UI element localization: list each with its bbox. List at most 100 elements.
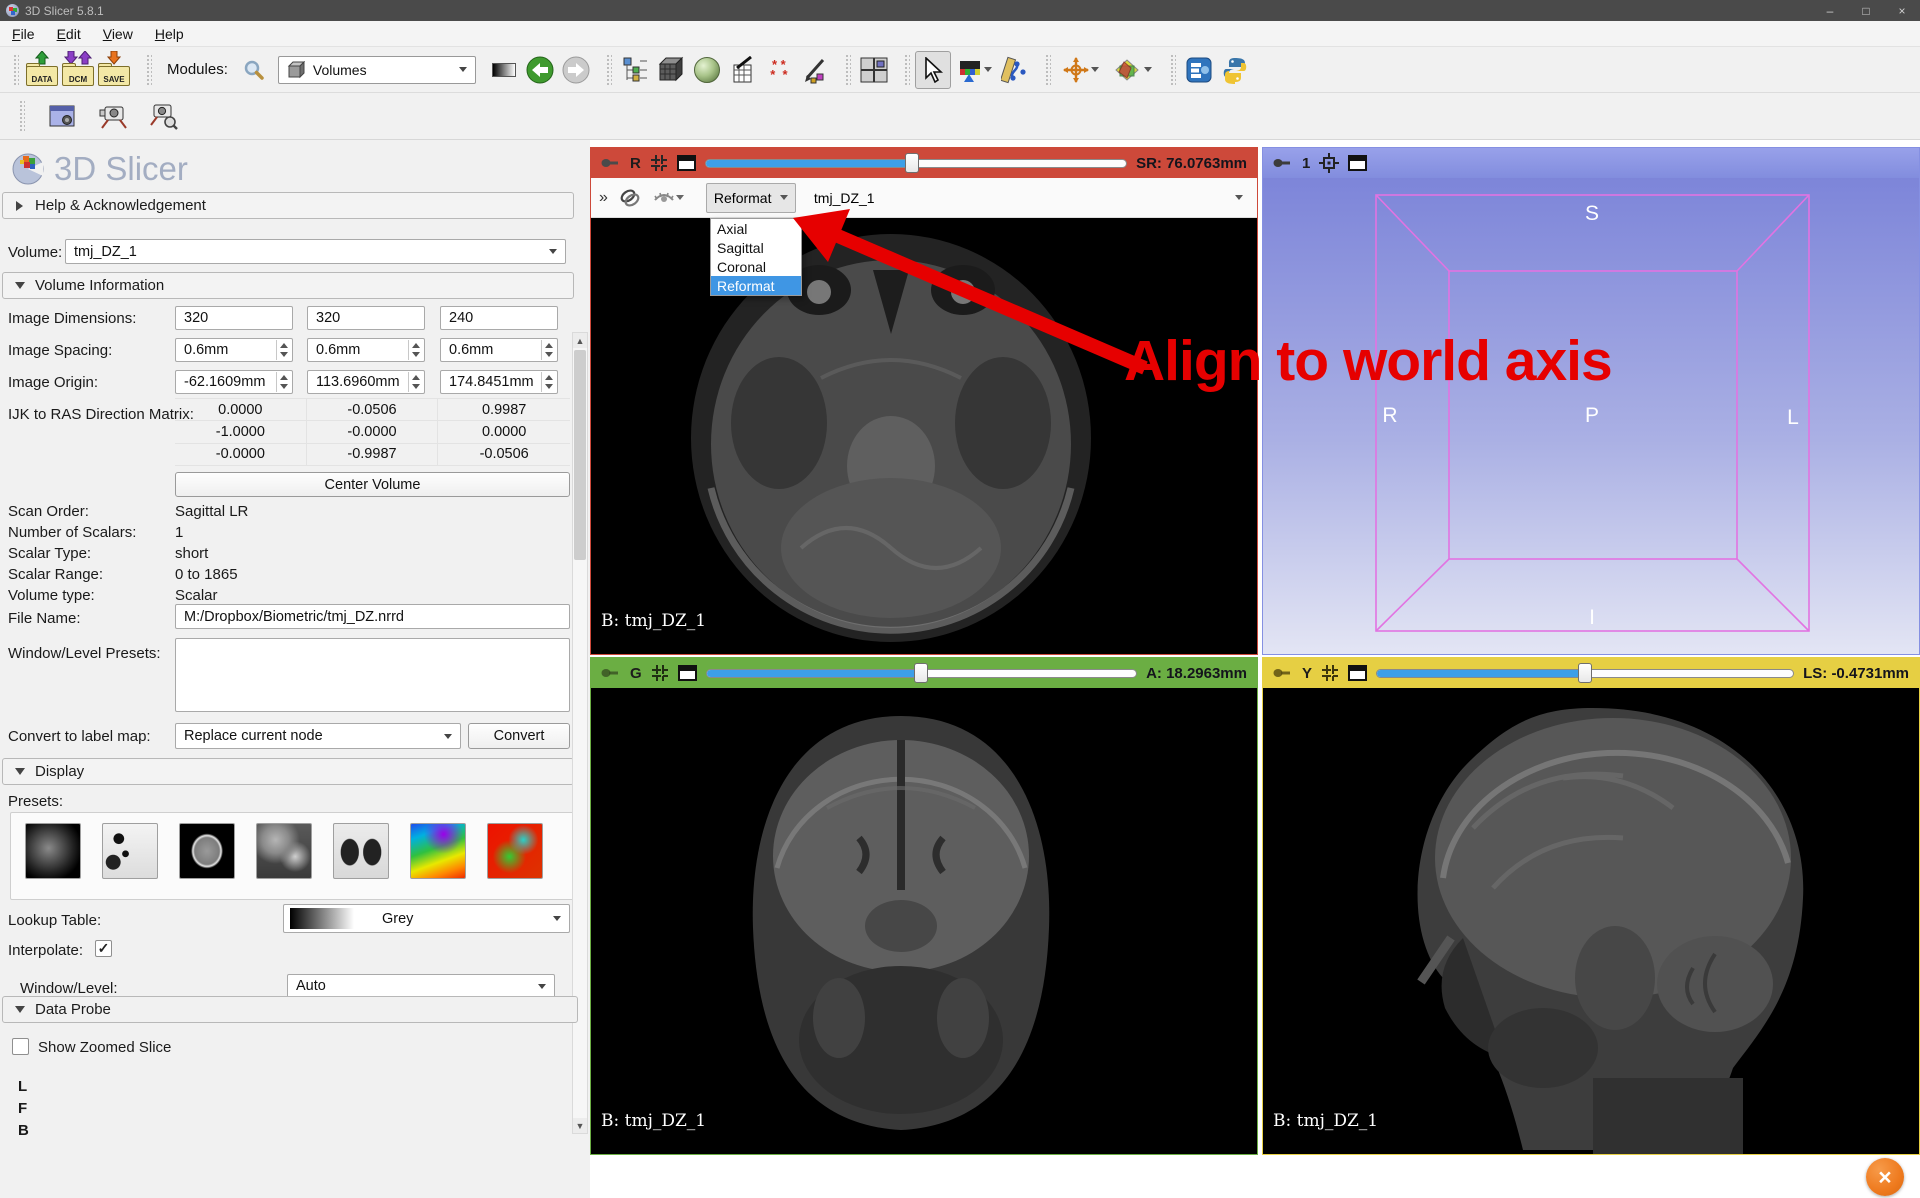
pin-icon[interactable] [601,667,621,680]
file-name-input[interactable]: M:/Dropbox/Biometric/tmj_DZ.nrrd [175,604,570,629]
spinner-arrows[interactable] [541,340,556,360]
origin-z-field[interactable]: 174.8451mm [440,370,558,394]
spinner-arrows[interactable] [276,372,291,392]
overlay-close-button[interactable]: × [1866,1158,1904,1196]
modules-selector[interactable]: Volumes [278,56,476,84]
slice-grid-icon[interactable] [1321,664,1339,682]
layout-selector-button[interactable] [856,51,892,89]
display-header[interactable]: Display [2,758,574,785]
volume-selector[interactable]: tmj_DZ_1 [65,239,566,264]
crosshair-button[interactable] [1056,51,1106,89]
convert-mode-selector[interactable]: Replace current node [175,723,461,749]
slice-volume-selector[interactable]: tmj_DZ_1 [806,190,1249,206]
data-probe-header[interactable]: Data Probe [2,996,578,1023]
menu-help[interactable]: Help [155,26,184,42]
center-view-icon[interactable] [1319,153,1339,173]
help-acknowledgement-header[interactable]: Help & Acknowledgement [2,192,574,219]
slice-grid-icon[interactable] [650,154,668,172]
crop-volume-button[interactable] [725,51,761,89]
green-slice-offset-slider[interactable] [706,663,1137,683]
volume-rendering-button[interactable] [689,51,725,89]
data-module-button[interactable] [653,51,689,89]
spacing-x-field[interactable]: 0.6mm [175,338,293,362]
pin-icon[interactable] [1273,667,1293,680]
menu-item-reformat[interactable]: Reformat [711,276,801,295]
screenshot-button[interactable] [44,97,80,135]
spinner-arrows[interactable] [408,340,423,360]
visibility-toggle[interactable] [652,186,684,210]
ct-brain-preset[interactable] [179,823,235,879]
menu-item-sagittal[interactable]: Sagittal [711,238,801,257]
close-button[interactable]: × [1884,0,1920,21]
scroll-down-icon[interactable]: ▼ [573,1118,587,1133]
histogram-button[interactable] [486,51,522,89]
origin-x-field[interactable]: -62.1609mm [175,370,293,394]
spinner-arrows[interactable] [276,340,291,360]
markups-button[interactable]: * ** * [761,51,797,89]
ct-lung-preset[interactable] [333,823,389,879]
dicom-button[interactable]: DCM [60,51,96,89]
slice-intersection-button[interactable] [1106,51,1158,89]
extensions-manager-button[interactable] [1181,51,1217,89]
origin-y-field[interactable]: 113.6960mm [307,370,425,394]
threed-viewport[interactable]: S R P L I [1263,178,1919,654]
window-level-presets-list[interactable] [175,638,570,712]
ct-bone-inverted-preset[interactable] [102,823,158,879]
yellow-slice-offset-slider[interactable] [1376,663,1794,683]
load-data-button[interactable]: DATA [24,51,60,89]
orientation-selector[interactable]: Reformat [706,183,796,213]
volume-information-header[interactable]: Volume Information [2,272,574,299]
measurements-button[interactable] [997,51,1033,89]
slider-handle[interactable] [905,153,919,173]
mr-default-preset[interactable] [25,823,81,879]
maximize-view-icon[interactable] [1348,665,1367,681]
more-options-chevrons[interactable]: » [599,189,608,207]
slider-handle[interactable] [1578,663,1592,683]
module-search-button[interactable] [236,51,272,89]
sagittal-slice-viewport[interactable] [1263,688,1919,1154]
mouse-interaction-button[interactable] [915,51,951,89]
spacing-z-field[interactable]: 0.6mm [440,338,558,362]
window-level-mode-selector[interactable]: Auto [287,974,555,998]
slider-handle[interactable] [914,663,928,683]
history-forward-button[interactable] [558,51,594,89]
scrollbar-thumb[interactable] [574,350,586,560]
pet-heat-preset[interactable] [487,823,543,879]
spinner-arrows[interactable] [541,372,556,392]
scene-view-button[interactable] [94,97,130,135]
pet-rainbow-preset[interactable] [410,823,466,879]
maximize-view-icon[interactable] [1348,155,1367,171]
dimension-z-field[interactable]: 240 [440,306,558,330]
spacing-y-field[interactable]: 0.6mm [307,338,425,362]
window-level-button[interactable] [951,51,997,89]
center-volume-button[interactable]: Center Volume [175,472,570,497]
menu-view[interactable]: View [103,26,133,42]
scene-view-restore-button[interactable] [144,97,180,135]
save-button[interactable]: SAVE [96,51,132,89]
minimize-button[interactable]: – [1812,0,1848,21]
ct-abdomen-preset[interactable] [256,823,312,879]
dimension-x-field[interactable]: 320 [175,306,293,330]
menu-edit[interactable]: Edit [57,26,81,42]
scroll-up-icon[interactable]: ▲ [573,333,587,348]
spinner-arrows[interactable] [408,372,423,392]
interpolate-checkbox[interactable]: ✓ [95,940,112,957]
maximize-button[interactable]: □ [1848,0,1884,21]
pin-icon[interactable] [601,157,621,170]
history-back-button[interactable] [522,51,558,89]
annotation-button[interactable] [797,51,833,89]
slice-grid-icon[interactable] [651,664,669,682]
subject-hierarchy-button[interactable] [617,51,653,89]
python-console-button[interactable] [1217,51,1253,89]
menu-item-axial[interactable]: Axial [711,219,801,238]
lookup-table-selector[interactable]: Grey [283,904,570,933]
maximize-view-icon[interactable] [677,155,696,171]
pin-icon[interactable] [1273,157,1293,170]
dimension-y-field[interactable]: 320 [307,306,425,330]
menu-item-coronal[interactable]: Coronal [711,257,801,276]
show-zoomed-slice-checkbox[interactable] [12,1038,29,1055]
red-slice-offset-slider[interactable] [705,153,1127,173]
menu-file[interactable]: File [12,26,35,42]
maximize-view-icon[interactable] [678,665,697,681]
coronal-slice-viewport[interactable] [591,688,1257,1154]
